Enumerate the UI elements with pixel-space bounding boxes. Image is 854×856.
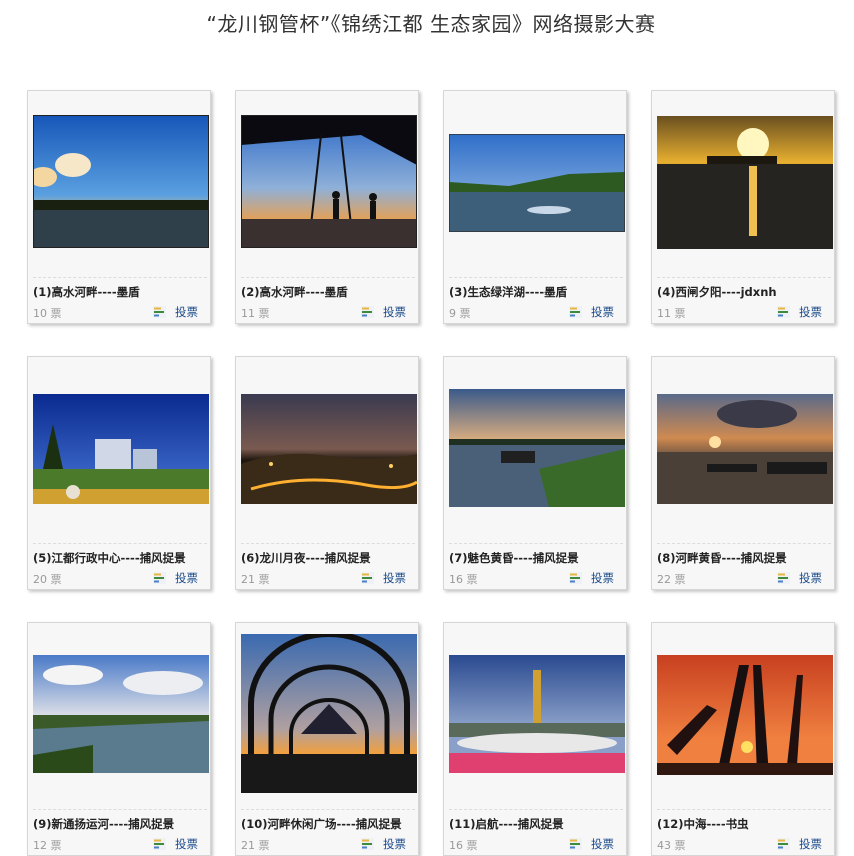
- card-divider: [241, 543, 415, 544]
- vote-label: 投票: [591, 837, 614, 851]
- vote-label: 投票: [175, 305, 198, 319]
- vote-label: 投票: [175, 571, 198, 585]
- card-divider: [33, 809, 207, 810]
- vote-button[interactable]: 投票: [569, 304, 614, 320]
- card-divider: [33, 277, 207, 278]
- photo-caption[interactable]: (5)江都行政中心----捕风捉景: [33, 550, 211, 566]
- photo-caption[interactable]: (11)启航----捕风捉景: [449, 816, 627, 832]
- vote-count: 12 票: [33, 839, 62, 852]
- card-divider: [449, 809, 623, 810]
- vote-count: 20 票: [33, 573, 62, 586]
- photo-card-11: (11)启航----捕风捉景 16 票 投票: [443, 622, 627, 856]
- photo-card-2: (2)高水河畔----墨盾 11 票 投票: [235, 90, 419, 324]
- vote-button[interactable]: 投票: [569, 570, 614, 586]
- vote-chart-icon: [361, 838, 374, 850]
- vote-count: 21 票: [241, 573, 270, 586]
- card-divider: [657, 809, 831, 810]
- vote-chart-icon: [777, 838, 790, 850]
- vote-label: 投票: [383, 305, 406, 319]
- vote-chart-icon: [153, 306, 166, 318]
- vote-chart-icon: [569, 838, 582, 850]
- vote-label: 投票: [383, 571, 406, 585]
- vote-button[interactable]: 投票: [361, 836, 406, 852]
- card-divider: [33, 543, 207, 544]
- photo-thumbnail[interactable]: [241, 394, 417, 504]
- vote-label: 投票: [799, 305, 822, 319]
- vote-chart-icon: [361, 306, 374, 318]
- photo-thumbnail[interactable]: [449, 389, 625, 507]
- card-divider: [449, 543, 623, 544]
- vote-button[interactable]: 投票: [361, 570, 406, 586]
- vote-count: 11 票: [657, 307, 686, 320]
- photo-card-7: (7)魅色黄昏----捕风捉景 16 票 投票: [443, 356, 627, 590]
- vote-label: 投票: [591, 305, 614, 319]
- vote-button[interactable]: 投票: [153, 570, 198, 586]
- photo-card-9: (9)新通扬运河----捕风捉景 12 票 投票: [27, 622, 211, 856]
- photo-caption[interactable]: (4)西闸夕阳----jdxnh: [657, 284, 835, 300]
- vote-label: 投票: [799, 837, 822, 851]
- photo-thumbnail[interactable]: [657, 655, 833, 775]
- photo-caption[interactable]: (1)高水河畔----墨盾: [33, 284, 211, 300]
- vote-count: 11 票: [241, 307, 270, 320]
- vote-count: 16 票: [449, 573, 478, 586]
- vote-count: 10 票: [33, 307, 62, 320]
- page-title: “龙川钢管杯”《锦绣江都 生态家园》网络摄影大赛: [206, 12, 656, 36]
- photo-caption[interactable]: (6)龙川月夜----捕风捉景: [241, 550, 419, 566]
- photo-card-3: (3)生态绿洋湖----墨盾 9 票 投票: [443, 90, 627, 324]
- vote-count: 22 票: [657, 573, 686, 586]
- vote-label: 投票: [799, 571, 822, 585]
- card-divider: [241, 809, 415, 810]
- photo-thumbnail[interactable]: [241, 634, 417, 793]
- card-divider: [657, 543, 831, 544]
- photo-card-10: (10)河畔休闲广场----捕风捉景 21 票 投票: [235, 622, 419, 856]
- photo-thumbnail[interactable]: [241, 115, 417, 248]
- vote-count: 43 票: [657, 839, 686, 852]
- photo-card-8: (8)河畔黄昏----捕风捉景 22 票 投票: [651, 356, 835, 590]
- photo-thumbnail[interactable]: [33, 655, 209, 773]
- photo-caption[interactable]: (7)魅色黄昏----捕风捉景: [449, 550, 627, 566]
- photo-card-12: (12)中海----书虫 43 票 投票: [651, 622, 835, 856]
- vote-chart-icon: [153, 572, 166, 584]
- vote-label: 投票: [591, 571, 614, 585]
- vote-button[interactable]: 投票: [777, 570, 822, 586]
- card-divider: [657, 277, 831, 278]
- vote-label: 投票: [175, 837, 198, 851]
- vote-button[interactable]: 投票: [777, 836, 822, 852]
- photo-card-1: (1)高水河畔----墨盾 10 票 投票: [27, 90, 211, 324]
- photo-thumbnail[interactable]: [33, 115, 209, 248]
- vote-button[interactable]: 投票: [153, 304, 198, 320]
- photo-card-4: (4)西闸夕阳----jdxnh 11 票 投票: [651, 90, 835, 324]
- photo-caption[interactable]: (2)高水河畔----墨盾: [241, 284, 419, 300]
- vote-button[interactable]: 投票: [569, 836, 614, 852]
- photo-card-6: (6)龙川月夜----捕风捉景 21 票 投票: [235, 356, 419, 590]
- photo-thumbnail[interactable]: [33, 394, 209, 504]
- photo-caption[interactable]: (8)河畔黄昏----捕风捉景: [657, 550, 835, 566]
- vote-count: 21 票: [241, 839, 270, 852]
- vote-chart-icon: [153, 838, 166, 850]
- card-divider: [449, 277, 623, 278]
- photo-caption[interactable]: (9)新通扬运河----捕风捉景: [33, 816, 211, 832]
- photo-thumbnail[interactable]: [657, 116, 833, 249]
- vote-chart-icon: [361, 572, 374, 584]
- vote-label: 投票: [383, 837, 406, 851]
- photo-thumbnail[interactable]: [449, 134, 625, 232]
- vote-chart-icon: [777, 572, 790, 584]
- photo-thumbnail[interactable]: [657, 394, 833, 504]
- vote-chart-icon: [569, 306, 582, 318]
- card-divider: [241, 277, 415, 278]
- vote-count: 16 票: [449, 839, 478, 852]
- photo-caption[interactable]: (3)生态绿洋湖----墨盾: [449, 284, 627, 300]
- photo-caption[interactable]: (12)中海----书虫: [657, 816, 835, 832]
- vote-count: 9 票: [449, 307, 471, 320]
- vote-chart-icon: [569, 572, 582, 584]
- vote-button[interactable]: 投票: [361, 304, 406, 320]
- photo-thumbnail[interactable]: [449, 655, 625, 773]
- vote-button[interactable]: 投票: [777, 304, 822, 320]
- vote-button[interactable]: 投票: [153, 836, 198, 852]
- photo-caption[interactable]: (10)河畔休闲广场----捕风捉景: [241, 816, 419, 832]
- vote-chart-icon: [777, 306, 790, 318]
- photo-card-5: (5)江都行政中心----捕风捉景 20 票 投票: [27, 356, 211, 590]
